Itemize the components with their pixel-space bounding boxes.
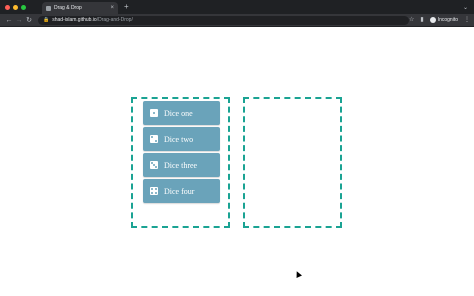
close-window-button[interactable] xyxy=(5,4,10,10)
favicon-icon xyxy=(46,5,51,11)
incognito-profile[interactable]: Incognito xyxy=(429,17,458,23)
incognito-icon xyxy=(429,17,436,23)
tab-search-icon[interactable]: ⌄ xyxy=(463,4,468,11)
dice-item-two[interactable]: Dice two xyxy=(143,127,220,151)
dice-label: Dice one xyxy=(164,108,193,118)
dice-one-icon xyxy=(150,109,158,117)
browser-tab[interactable]: Drag & Drop × xyxy=(42,2,118,14)
browser-tab-bar: Drag & Drop × + ⌄ xyxy=(0,0,474,14)
dice-item-three[interactable]: Dice three xyxy=(143,153,220,177)
dropzone-left[interactable]: Dice one Dice two Dice three Dice four xyxy=(131,97,230,228)
dice-two-icon xyxy=(150,135,158,143)
tab-title: Drag & Drop xyxy=(54,5,82,11)
url-host: shad-islam.github.io xyxy=(52,17,97,23)
dice-four-icon xyxy=(150,187,158,195)
reload-icon[interactable]: ↻ xyxy=(24,17,34,24)
address-bar[interactable]: 🔒 shad-islam.github.io/Drag-and-Drop/ xyxy=(38,15,409,25)
browser-toolbar: ← → ↻ 🔒 shad-islam.github.io/Drag-and-Dr… xyxy=(0,14,474,27)
forward-icon[interactable]: → xyxy=(14,17,24,24)
url-path: /Drag-and-Drop/ xyxy=(96,17,133,23)
incognito-label: Incognito xyxy=(437,17,458,23)
maximize-window-button[interactable] xyxy=(21,4,26,10)
tab-close-icon[interactable]: × xyxy=(110,5,114,11)
dice-label: Dice two xyxy=(164,134,194,144)
minimize-window-button[interactable] xyxy=(13,4,18,10)
dice-label: Dice three xyxy=(164,160,198,170)
dice-item-four[interactable]: Dice four xyxy=(143,179,220,203)
back-icon[interactable]: ← xyxy=(4,17,14,24)
side-panel-icon[interactable]: ▮ xyxy=(420,17,423,23)
window-controls xyxy=(5,4,26,10)
dropzone-right[interactable] xyxy=(243,97,342,228)
lock-icon: 🔒 xyxy=(43,16,50,23)
url-text: shad-islam.github.io/Drag-and-Drop/ xyxy=(52,17,133,23)
dice-item-one[interactable]: Dice one xyxy=(143,101,220,125)
new-tab-button[interactable]: + xyxy=(124,3,129,11)
bookmark-star-icon[interactable]: ☆ xyxy=(409,17,414,23)
menu-kebab-icon[interactable]: ⋮ xyxy=(464,17,470,23)
mouse-cursor-icon xyxy=(294,270,302,278)
dice-three-icon xyxy=(150,161,158,169)
dice-label: Dice four xyxy=(164,186,195,196)
